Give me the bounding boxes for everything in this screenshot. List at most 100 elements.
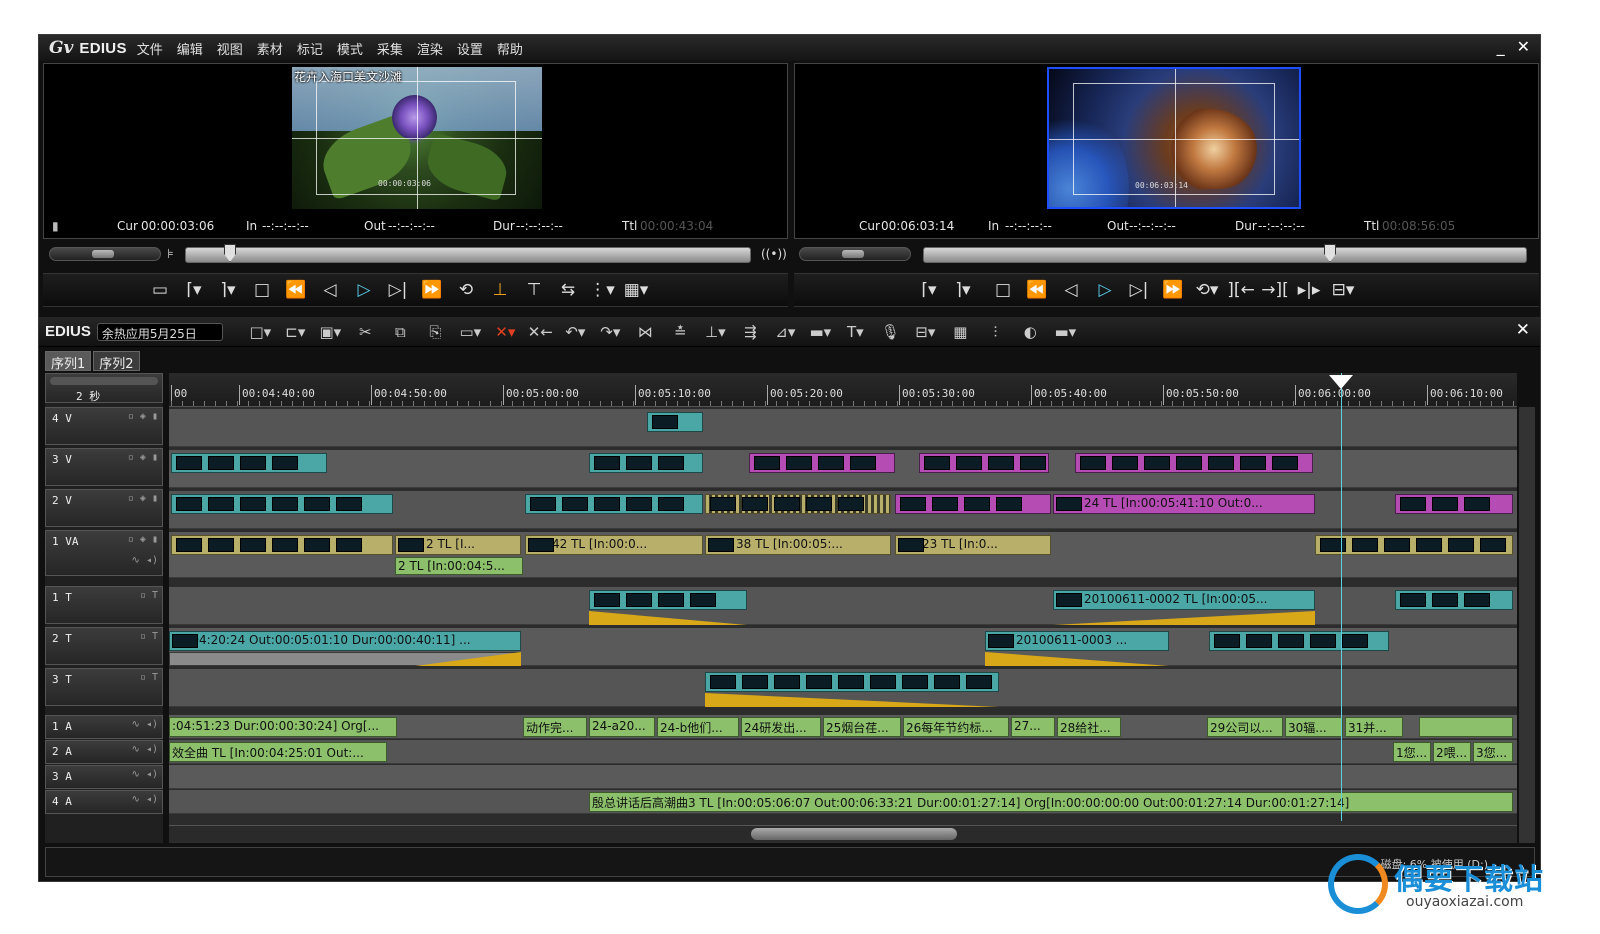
menu-settings[interactable]: 设置: [457, 39, 483, 58]
stop-icon[interactable]: □: [245, 280, 279, 300]
title-clip[interactable]: [705, 672, 999, 692]
track-lock-icon[interactable]: ▫ ◈ ▮: [128, 411, 158, 422]
prev-edit-icon[interactable]: ][←: [1224, 280, 1258, 300]
recorder-position-bar[interactable]: [923, 244, 1527, 263]
menu-clip[interactable]: 素材: [257, 39, 283, 58]
close-button[interactable]: ✕: [1517, 37, 1530, 56]
vertical-scrollbar[interactable]: [1519, 407, 1535, 843]
zoom-level[interactable]: 2 秒: [76, 388, 100, 404]
stop-icon[interactable]: □: [986, 280, 1020, 300]
project-name-field[interactable]: 余热应用5月25日: [96, 322, 223, 341]
speaker-icon[interactable]: ∿ ◂): [132, 719, 158, 730]
export-file-icon[interactable]: ⊟▾: [908, 323, 943, 341]
redo-icon[interactable]: ↷▾: [593, 323, 628, 341]
audio-clip[interactable]: 24-a20...: [589, 717, 655, 737]
clip-out-icon[interactable]: ▭: [143, 280, 177, 300]
loop-icon[interactable]: ⟲▾: [1190, 280, 1224, 300]
track-t3[interactable]: [169, 669, 1517, 707]
audio-clip[interactable]: [1419, 717, 1513, 737]
set-transition-icon[interactable]: ⊿▾: [768, 323, 803, 341]
track-t2-header[interactable]: 2 T ▫ T: [45, 627, 163, 665]
track-v2-header[interactable]: 2 V ▫ ◈ ▮: [45, 489, 163, 527]
audio-clip[interactable]: 24-b他们...: [657, 717, 739, 737]
step-back-icon[interactable]: ◁: [313, 280, 347, 300]
track-a2[interactable]: 效全曲 TL [In:00:04:25:01 Out:... 1您... 2喂.…: [169, 740, 1517, 764]
menu-help[interactable]: 帮助: [497, 39, 523, 58]
track-a1[interactable]: :04:51:23 Dur:00:00:30:24] Org[... 动作完..…: [169, 715, 1517, 739]
paste-icon[interactable]: ⎘: [418, 323, 453, 341]
new-sequence-icon[interactable]: □▾: [243, 323, 278, 341]
zoom-slider[interactable]: [50, 377, 158, 385]
loop-icon[interactable]: ⟲: [449, 280, 483, 300]
set-in-icon[interactable]: ⌈▾: [177, 280, 211, 300]
step-forward-icon[interactable]: ▷|: [381, 280, 415, 300]
track-a1-header[interactable]: 1 A ∿ ◂): [45, 715, 163, 739]
menu-marker[interactable]: 标记: [297, 39, 323, 58]
video-clip-24[interactable]: 24 TL [In:00:05:41:10 Out:0...: [1053, 494, 1315, 514]
tab-sequence-1[interactable]: 序列1: [45, 351, 92, 372]
menu-file[interactable]: 文件: [137, 39, 163, 58]
microphone-icon[interactable]: 🎙: [873, 323, 908, 341]
audio-clip[interactable]: 动作完...: [523, 717, 587, 737]
sync-lock-icon[interactable]: ⇶: [733, 323, 768, 341]
audio-clip[interactable]: 1您...: [1393, 742, 1431, 762]
title-clip-20100611-0002[interactable]: 20100611-0002 TL [In:00:05...: [1053, 590, 1315, 610]
rewind-icon[interactable]: ⏪: [1020, 280, 1054, 300]
playhead-line[interactable]: [1341, 373, 1342, 821]
timeline-ruler[interactable]: 00 00:04:40:00 00:04:50:00 00:05:00:00 00:05…: [169, 373, 1517, 407]
fast-forward-icon[interactable]: ⏩: [415, 280, 449, 300]
group-icon[interactable]: ▬▾: [803, 323, 838, 341]
player-monitor[interactable]: 00:00:03:06 花卉入海口美文沙滩 ▮ Cur 00:00:03:06 …: [43, 63, 788, 239]
timeline-area[interactable]: 00 00:04:40:00 00:04:50:00 00:05:00:00 00:05…: [169, 373, 1517, 843]
vectorscope-icon[interactable]: ◐: [1013, 323, 1048, 341]
horizontal-scrollbar[interactable]: [169, 825, 1517, 841]
menu-capture[interactable]: 采集: [377, 39, 403, 58]
video-clip-23[interactable]: 23 TL [In:0...: [895, 535, 1051, 555]
audio-clip[interactable]: 效全曲 TL [In:00:04:25:01 Out:...: [169, 742, 387, 762]
speaker-icon[interactable]: ∿ ◂): [132, 744, 158, 755]
title-track-icon[interactable]: ▫ T: [140, 590, 158, 601]
title-clip[interactable]: [1395, 590, 1513, 610]
menu-edit[interactable]: 编辑: [177, 39, 203, 58]
speaker-icon[interactable]: ∿ ◂): [132, 769, 158, 780]
video-clip[interactable]: [705, 494, 891, 514]
set-out-icon[interactable]: ⌉▾: [211, 280, 245, 300]
player-position-bar[interactable]: [185, 244, 751, 263]
title-clip-20100611-0003[interactable]: 20100611-0003 ...: [985, 631, 1169, 651]
audio-clip[interactable]: 2 TL [In:00:04:5...: [395, 557, 523, 575]
next-edit-icon[interactable]: →][: [1258, 280, 1292, 300]
audio-clip[interactable]: 3您...: [1473, 742, 1513, 762]
track-va1[interactable]: 2 TL [I... 42 TL [In:00:0... 38 TL [In:0…: [169, 532, 1517, 578]
recorder-monitor[interactable]: 00:06:03:14 Cur 00:06:03:14 In --:--:--:…: [794, 63, 1539, 239]
ripple-delete-icon[interactable]: ✕←: [523, 323, 558, 341]
recorder-scrub-head[interactable]: [1324, 244, 1336, 262]
player-jog-shuttle[interactable]: [49, 247, 161, 261]
track-a4-header[interactable]: 4 A ∿ ◂): [45, 790, 163, 814]
track-va1-header[interactable]: 1 VA ▫ ◈ ▮ ∿ ◂): [45, 530, 163, 576]
audio-clip[interactable]: 2喂...: [1433, 742, 1471, 762]
video-clip[interactable]: [647, 412, 703, 432]
track-t1[interactable]: 20100611-0002 TL [In:00:05...: [169, 587, 1517, 625]
copy-icon[interactable]: ⧉: [383, 323, 418, 341]
match-frame-icon[interactable]: ⇆: [551, 280, 585, 300]
video-clip[interactable]: [525, 494, 703, 514]
track-a3[interactable]: [169, 765, 1517, 789]
set-in-icon[interactable]: ⌈▾: [912, 280, 946, 300]
menu-view[interactable]: 视图: [217, 39, 243, 58]
audio-clip[interactable]: :04:51:23 Dur:00:00:30:24] Org[...: [169, 717, 397, 737]
title-icon[interactable]: T▾: [838, 323, 873, 341]
video-clip[interactable]: [171, 453, 327, 473]
zoom-control[interactable]: 2 秒: [45, 373, 163, 403]
track-t3-header[interactable]: 3 T ▫ T: [45, 668, 163, 706]
track-a3-header[interactable]: 3 A ∿ ◂): [45, 765, 163, 789]
audio-clip[interactable]: 25烟台荏...: [823, 717, 901, 737]
track-v4[interactable]: [169, 409, 1517, 447]
open-project-icon[interactable]: ⊏▾: [278, 323, 313, 341]
timeline-close-button[interactable]: ✕: [1516, 320, 1530, 340]
video-clip[interactable]: [1395, 494, 1513, 514]
sync-icon[interactable]: ((•)): [761, 247, 787, 261]
cut-icon[interactable]: ✂: [348, 323, 383, 341]
trim-icon[interactable]: ▸|▸: [1292, 280, 1326, 300]
menu-mode[interactable]: 模式: [337, 39, 363, 58]
track-t2[interactable]: 00:04:20:24 Out:00:05:01:10 Dur:00:00:40…: [169, 628, 1517, 666]
